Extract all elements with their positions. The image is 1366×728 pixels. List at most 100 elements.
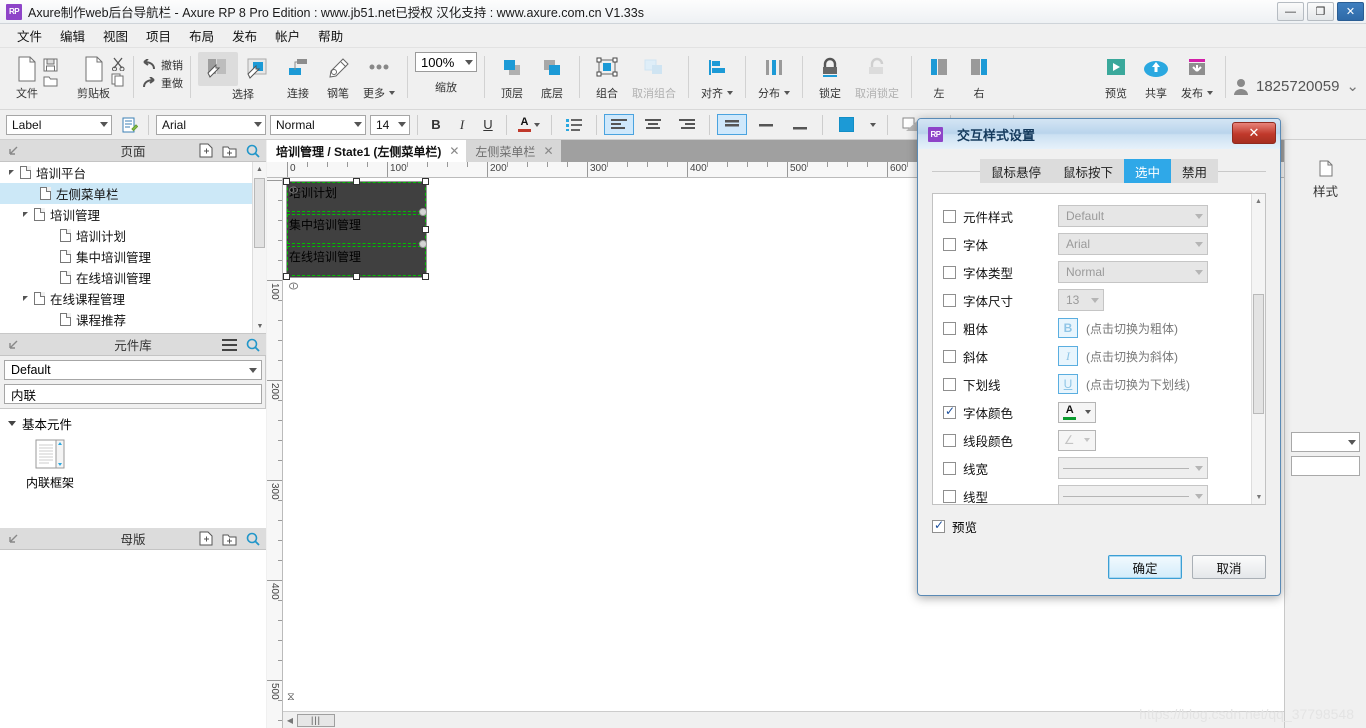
resize-handle-ne[interactable] (422, 178, 429, 185)
option-line-color[interactable]: 线段颜色 ∠ (943, 426, 1251, 454)
group-button[interactable]: 组合 (587, 52, 627, 103)
valign-middle-button[interactable] (751, 114, 781, 135)
widget-style-select[interactable]: Default (1058, 205, 1208, 227)
checkbox[interactable] (943, 209, 956, 223)
checkbox[interactable] (943, 377, 956, 391)
widget-search-input[interactable]: 内联 (4, 384, 262, 404)
option-bold[interactable]: 粗体 B (点击切换为粗体) (943, 314, 1251, 342)
tab-selected[interactable]: 选中 (1124, 159, 1172, 183)
interaction-dot[interactable] (419, 208, 427, 216)
menu-project[interactable]: 项目 (137, 23, 180, 48)
chevron-down-icon[interactable] (1195, 493, 1203, 499)
inspector-text-field[interactable] (1291, 456, 1360, 476)
add-page-icon[interactable] (199, 531, 213, 546)
bring-to-front-button[interactable]: 顶层 (492, 52, 532, 103)
search-icon[interactable] (246, 338, 260, 352)
chevron-down-icon[interactable] (1195, 269, 1203, 275)
menu-layout[interactable]: 布局 (180, 23, 223, 48)
toggle-right-panel-button[interactable]: 右 (959, 52, 999, 103)
checkbox[interactable] (943, 237, 956, 251)
undo-button[interactable]: 撤销 (141, 57, 183, 73)
valign-bottom-button[interactable] (785, 114, 815, 135)
pages-scrollbar[interactable]: ▲ ▼ (252, 162, 266, 333)
close-icon[interactable]: ✕ (543, 144, 553, 158)
widget-item-inline-frame[interactable]: 内联框架 (16, 438, 84, 491)
copy-icon[interactable] (111, 73, 126, 87)
dialog-close-button[interactable]: ✕ (1232, 122, 1276, 144)
checkbox[interactable] (943, 489, 956, 503)
font-size-select[interactable]: 13 (1058, 289, 1104, 311)
preview-button[interactable]: 预览 (1096, 52, 1136, 103)
bullet-list-button[interactable] (559, 114, 589, 135)
close-icon[interactable]: ✕ (449, 144, 459, 158)
line-width-select[interactable] (1058, 457, 1208, 479)
maximize-button[interactable]: ❐ (1307, 2, 1334, 21)
checkbox[interactable] (943, 265, 956, 279)
menu-help[interactable]: 帮助 (309, 23, 352, 48)
scroll-thumb[interactable] (1253, 294, 1264, 414)
save-icon[interactable] (43, 58, 58, 72)
distribute-button[interactable]: 分布 (753, 52, 795, 103)
tree-row[interactable]: 培训管理 (0, 204, 266, 225)
chevron-down-icon[interactable] (100, 122, 108, 127)
ungroup-button[interactable]: 取消组合 (627, 52, 681, 103)
tree-row[interactable]: 在线课程管理 (0, 288, 266, 309)
more-tools-button[interactable]: 更多 (358, 52, 400, 103)
option-underline[interactable]: 下划线 U (点击切换为下划线) (943, 370, 1251, 398)
checkbox[interactable] (943, 349, 956, 363)
paste-button[interactable]: 剪贴板 (72, 52, 115, 103)
close-button[interactable]: ✕ (1337, 2, 1364, 21)
footnote-icon[interactable] (289, 282, 299, 290)
chevron-down-icon[interactable] (354, 122, 362, 127)
line-color-picker[interactable]: ∠ (1058, 429, 1096, 451)
tree-row[interactable]: 培训平台 (0, 162, 266, 183)
menu-edit[interactable]: 编辑 (51, 23, 94, 48)
edit-style-button[interactable] (119, 114, 141, 135)
marquee-tool-button[interactable] (238, 52, 278, 86)
chevron-down-icon[interactable] (1195, 213, 1203, 219)
lock-button[interactable]: 锁定 (810, 52, 850, 103)
menu-publish[interactable]: 发布 (223, 23, 266, 48)
font-color-picker[interactable]: A (1058, 401, 1096, 423)
align-right-button[interactable] (672, 114, 702, 135)
font-family-select[interactable]: Arial (156, 114, 266, 135)
align-center-button[interactable] (638, 114, 668, 135)
chevron-down-icon[interactable] (398, 122, 406, 127)
option-font-type[interactable]: 字体类型 Normal (943, 258, 1251, 286)
option-font-size[interactable]: 字体尺寸 13 (943, 286, 1251, 314)
font-select[interactable]: Arial (1058, 233, 1208, 255)
toggle-left-panel-button[interactable]: 左 (919, 52, 959, 103)
cancel-button[interactable]: 取消 (1192, 555, 1266, 579)
italic-toggle-button[interactable]: I (1058, 346, 1078, 366)
font-size-select[interactable]: 14 (370, 114, 410, 135)
checkbox[interactable] (943, 461, 956, 475)
scroll-up-icon[interactable]: ▲ (253, 162, 266, 176)
masters-list[interactable] (0, 550, 266, 728)
chevron-down-icon[interactable] (1348, 439, 1356, 445)
widget-library-select[interactable]: Default (4, 360, 262, 380)
send-to-back-button[interactable]: 底层 (532, 52, 572, 103)
chevron-down-icon[interactable] (254, 122, 262, 127)
tree-row[interactable]: 课程推荐 (0, 309, 266, 330)
widget-style-select[interactable]: Label (6, 114, 112, 135)
canvas-tab-active[interactable]: 培训管理 / State1 (左侧菜单栏) ✕ (267, 140, 467, 162)
checkbox[interactable] (932, 518, 945, 533)
tree-row[interactable]: 集中培训管理 (0, 246, 266, 267)
expander-icon[interactable] (6, 170, 20, 175)
resize-handle-se[interactable] (422, 273, 429, 280)
option-line-width[interactable]: 线宽 (943, 454, 1251, 482)
chevron-down-icon[interactable] (1195, 241, 1203, 247)
chevron-down-icon[interactable] (465, 59, 473, 65)
inspector-select-field[interactable] (1291, 432, 1360, 452)
checkbox[interactable] (943, 321, 956, 335)
interaction-dot[interactable] (419, 240, 427, 248)
footnote-icon[interactable] (289, 186, 299, 194)
add-page-icon[interactable] (199, 143, 213, 158)
fill-color-dropdown[interactable] (866, 114, 880, 135)
hscroll-thumb[interactable]: ||| (297, 713, 335, 727)
resize-handle-nw[interactable] (283, 178, 290, 185)
share-button[interactable]: 共享 (1136, 52, 1176, 103)
file-button[interactable]: 文件 (7, 52, 47, 103)
pages-tree[interactable]: 培训平台 左侧菜单栏 培训管理 培训计划 集中培训管理 在线培训管理 在线课程管… (0, 162, 266, 334)
chevron-down-icon[interactable] (1084, 410, 1091, 414)
